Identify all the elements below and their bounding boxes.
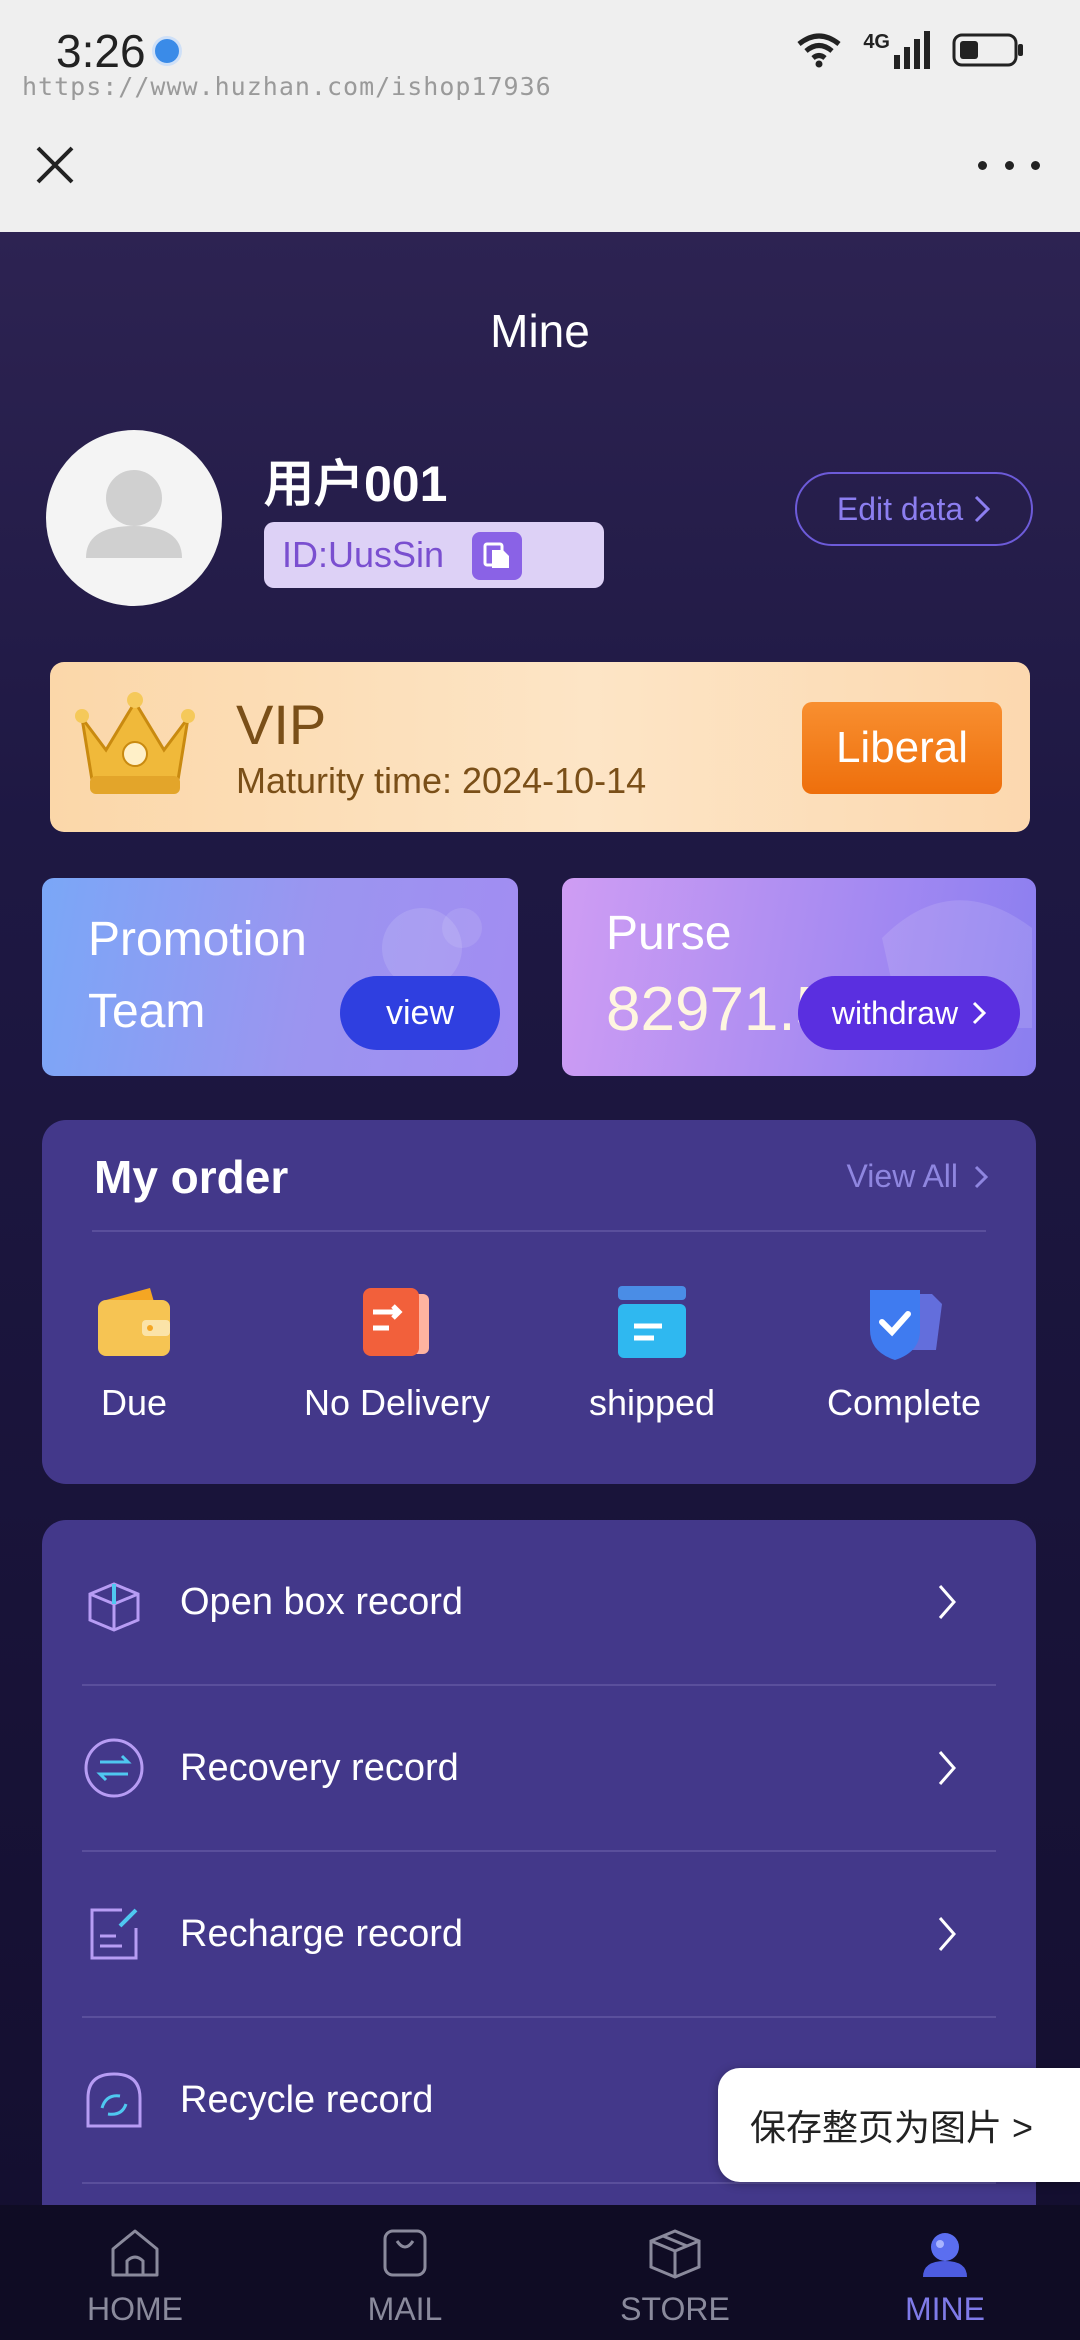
liberal-button[interactable]: Liberal — [802, 702, 1002, 794]
vip-card: VIP Maturity time: 2024-10-14 Liberal — [50, 662, 1030, 832]
cube-icon — [649, 2229, 701, 2279]
home-icon — [111, 2229, 159, 2277]
tab-mine[interactable]: MINE — [810, 2205, 1080, 2340]
purse-label: Purse — [606, 907, 732, 960]
tab-mail-label: MAIL — [367, 2291, 443, 2327]
view-button[interactable]: view — [340, 976, 500, 1050]
view-all-orders-link[interactable]: View All — [847, 1158, 988, 1195]
more-dot-icon — [1031, 160, 1040, 170]
box-icon — [618, 1286, 686, 1358]
promotion-team-label: Promotion Team — [88, 913, 307, 1038]
user-icon — [923, 2233, 967, 2277]
crown-icon — [75, 692, 195, 794]
tab-home[interactable]: HOME — [0, 2205, 270, 2340]
page-title: Mine — [490, 305, 590, 357]
tab-store-label: STORE — [620, 2291, 730, 2327]
bottom-tab-bar: HOME MAIL STORE MINE — [0, 2205, 1080, 2340]
open-box-record-row[interactable]: Open box record — [82, 1520, 996, 1686]
view-all-label: View All — [846, 1158, 958, 1194]
chevron-right-icon — [974, 1165, 988, 1188]
browser-header: 3:26 https://www.huzhan.com/ishop17936 4… — [0, 0, 1080, 232]
chevron-right-icon — [938, 1917, 956, 1951]
chevron-right-icon — [938, 1585, 956, 1619]
more-dot-icon — [1004, 160, 1014, 170]
order-shipped[interactable]: shipped — [572, 1280, 732, 1424]
tab-store[interactable]: STORE — [540, 2205, 810, 2340]
close-icon — [36, 146, 74, 184]
chevron-right-icon — [975, 495, 991, 523]
recharge-record-label: Recharge record — [180, 1912, 464, 1955]
chevron-right-icon — [938, 1751, 956, 1785]
wallet-icon — [98, 1288, 170, 1356]
chevron-right-icon — [973, 1001, 987, 1025]
avatar[interactable] — [46, 430, 222, 606]
order-no-delivery-label: No Delivery — [303, 1382, 491, 1423]
tab-mail[interactable]: MAIL — [270, 2205, 540, 2340]
edit-note-icon — [90, 1908, 138, 1960]
edit-data-button[interactable]: Edit data — [795, 472, 1033, 546]
order-no-delivery[interactable]: No Delivery — [282, 1280, 512, 1424]
watermark-url: https://www.huzhan.com/ishop17936 — [22, 72, 552, 101]
wifi-icon — [797, 33, 841, 68]
order-shipped-label: shipped — [588, 1382, 716, 1423]
order-due[interactable]: Due — [84, 1280, 184, 1424]
copy-id-button[interactable] — [472, 532, 522, 580]
divider — [92, 1230, 986, 1232]
bag-icon — [383, 2229, 427, 2277]
recycle-icon — [86, 2072, 142, 2128]
open-box-icon — [88, 1582, 140, 1632]
save-page-as-image-button[interactable]: 保存整页为图片 > — [718, 2068, 1080, 2182]
more-options-button[interactable] — [978, 150, 1040, 180]
notification-dot-icon — [152, 36, 182, 66]
exchange-icon — [84, 1738, 144, 1798]
withdraw-label: withdraw — [831, 994, 959, 1031]
open-box-record-label: Open box record — [180, 1580, 464, 1623]
promotion-team-card[interactable]: Promotion Team view — [42, 878, 518, 1076]
vip-title: VIP — [236, 693, 327, 756]
recharge-record-row[interactable]: Recharge record — [82, 1852, 996, 2018]
purse-amount: 82971.5 — [606, 975, 831, 1044]
edit-data-label: Edit data — [836, 490, 964, 527]
package-out-icon — [363, 1288, 429, 1356]
signal-icon: 4G — [863, 31, 930, 69]
recovery-record-label: Recovery record — [180, 1746, 459, 1789]
order-complete-label: Complete — [826, 1382, 982, 1423]
more-dot-icon — [978, 160, 987, 170]
withdraw-button[interactable]: withdraw — [798, 976, 1020, 1050]
battery-icon — [952, 33, 1023, 67]
recovery-record-row[interactable]: Recovery record — [82, 1686, 996, 1852]
copy-icon — [483, 542, 509, 568]
tab-mine-label: MINE — [905, 2291, 985, 2327]
my-order-card: My order View All Due No Delivery shippe… — [42, 1120, 1036, 1484]
vip-maturity-time: Maturity time: 2024-10-14 — [236, 760, 647, 801]
my-order-title: My order — [94, 1151, 289, 1203]
order-due-label: Due — [100, 1382, 168, 1423]
user-id-chip: ID:UusSin — [264, 522, 604, 588]
default-avatar-icon — [86, 470, 182, 558]
order-complete[interactable]: Complete — [814, 1280, 994, 1424]
recycle-record-label: Recycle record — [180, 2078, 434, 2121]
user-id: ID:UusSin — [282, 534, 445, 575]
shield-check-icon — [870, 1290, 942, 1360]
tab-home-label: HOME — [87, 2291, 183, 2327]
purse-card: Purse 82971.5 withdraw — [562, 878, 1036, 1076]
status-time: 3:26 — [56, 25, 146, 77]
close-button[interactable] — [30, 140, 80, 190]
mine-page: Mine 用户001 ID:UusSin Edit data VIP Matur… — [0, 232, 1080, 2205]
username: 用户001 — [264, 456, 448, 512]
status-icons: 4G — [797, 28, 1024, 72]
